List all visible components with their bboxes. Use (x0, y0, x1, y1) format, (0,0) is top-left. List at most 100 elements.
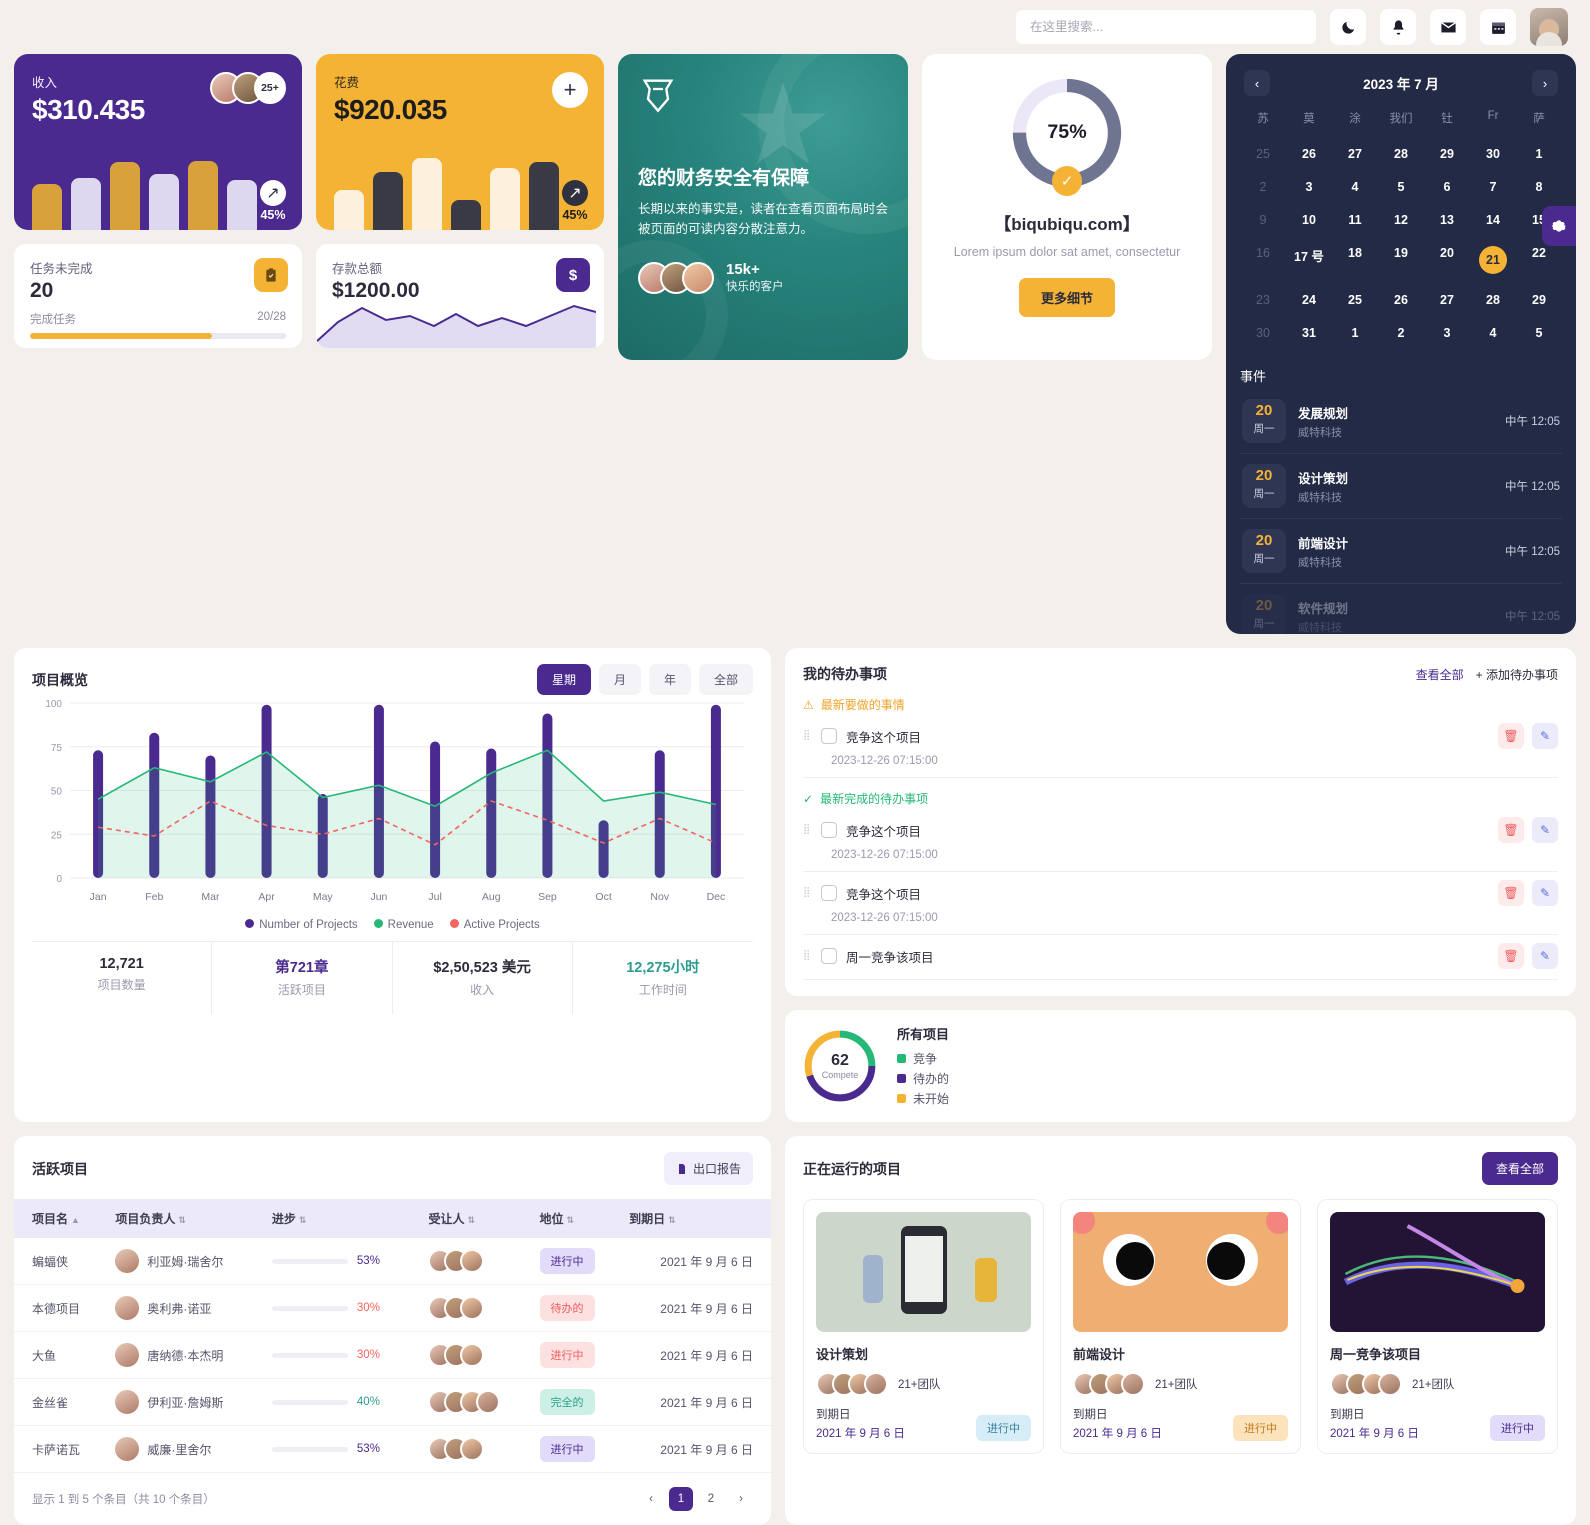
calendar-day[interactable]: 2 (1378, 320, 1424, 346)
table-column-到期日[interactable]: 到期日 ⇅ (621, 1199, 771, 1238)
page-button-1[interactable]: 1 (669, 1487, 693, 1511)
calendar-day[interactable]: 14 (1470, 207, 1516, 233)
calendar-day[interactable]: 24 (1286, 287, 1332, 313)
todo-add-link[interactable]: + 添加待办事项 (1476, 666, 1558, 683)
todo-checkbox[interactable] (821, 822, 837, 838)
table-row[interactable]: 大鱼 唐纳德·本杰明 30% 进行中 2021 年 9 月 6 日 (14, 1331, 771, 1379)
edit-icon[interactable]: ✎ (1532, 880, 1558, 906)
settings-gear-icon[interactable] (1542, 206, 1576, 246)
page-button-2[interactable]: 2 (699, 1487, 723, 1511)
user-avatar[interactable] (1530, 8, 1568, 46)
calendar-day[interactable]: 26 (1378, 287, 1424, 313)
event-row[interactable]: 20 周一 设计策划 威特科技 中午 12:05 (1240, 454, 1562, 519)
chart-tab-星期[interactable]: 星期 (536, 664, 591, 695)
calendar-day[interactable]: 16 (1240, 240, 1286, 280)
table-row[interactable]: 金丝雀 伊利亚·詹姆斯 40% 完全的 2021 年 9 月 6 日 (14, 1378, 771, 1426)
export-report-button[interactable]: 出口报告 (663, 1152, 753, 1185)
calendar-day[interactable]: 18 (1332, 240, 1378, 280)
search-box[interactable] (1016, 10, 1324, 53)
running-project-card[interactable]: 前端设计 21+团队 到期日 2021 年 9 月 6 日 进行中 (1060, 1199, 1301, 1454)
table-column-项目负责人[interactable]: 项目负责人 ⇅ (107, 1199, 264, 1238)
calendar-day[interactable]: 5 (1378, 174, 1424, 200)
more-details-button[interactable]: 更多细节 (1018, 277, 1115, 317)
edit-icon[interactable]: ✎ (1532, 817, 1558, 843)
moon-icon[interactable] (1330, 9, 1366, 45)
todo-checkbox[interactable] (821, 728, 837, 744)
calendar-day[interactable]: 31 (1286, 320, 1332, 346)
event-row[interactable]: 20 周一 前端设计 威特科技 中午 12:05 (1240, 519, 1562, 584)
calendar-day[interactable]: 1 (1332, 320, 1378, 346)
todo-item[interactable]: ⣿ 竞争这个项目 🗑 ✎ 2023-12-26 07:15:00 (803, 872, 1558, 935)
calendar-prev-button[interactable]: ‹ (1244, 70, 1270, 96)
chart-tab-月[interactable]: 月 (598, 664, 641, 695)
delete-icon[interactable]: 🗑 (1498, 817, 1524, 843)
table-column-受让人[interactable]: 受让人 ⇅ (420, 1199, 531, 1238)
calendar-day[interactable]: 29 (1516, 287, 1562, 313)
running-project-card[interactable]: 周一竞争该项目 21+团队 到期日 2021 年 9 月 6 日 进行中 (1317, 1199, 1558, 1454)
calendar-day[interactable]: 30 (1470, 141, 1516, 167)
calendar-day[interactable]: 29 (1424, 141, 1470, 167)
calendar-day[interactable]: 21 (1470, 240, 1516, 280)
calendar-day[interactable]: 4 (1332, 174, 1378, 200)
calendar-day[interactable]: 23 (1240, 287, 1286, 313)
calendar-day[interactable]: 30 (1240, 320, 1286, 346)
todo-checkbox[interactable] (821, 885, 837, 901)
delete-icon[interactable]: 🗑 (1498, 943, 1524, 969)
event-row[interactable]: 20 周一 软件规划 威特科技 中午 12:05 (1240, 584, 1562, 634)
calendar-day[interactable]: 7 (1470, 174, 1516, 200)
drag-handle-icon[interactable]: ⣿ (803, 825, 812, 835)
calendar-day[interactable]: 5 (1516, 320, 1562, 346)
calendar-day[interactable]: 28 (1378, 141, 1424, 167)
add-expense-button[interactable]: + (552, 72, 588, 108)
calendar-day[interactable]: 10 (1286, 207, 1332, 233)
todo-item[interactable]: ⣿ 竞争这个项目 🗑 ✎ 2023-12-26 07:15:00 (803, 715, 1558, 778)
calendar-day[interactable]: 4 (1470, 320, 1516, 346)
calendar-day[interactable]: 1 (1516, 141, 1562, 167)
calendar-day[interactable]: 11 (1332, 207, 1378, 233)
drag-handle-icon[interactable]: ⣿ (803, 731, 812, 741)
table-column-地位[interactable]: 地位 ⇅ (532, 1199, 622, 1238)
calendar-day[interactable]: 28 (1470, 287, 1516, 313)
chart-range-tabs[interactable]: 星期月年全部 (536, 664, 753, 695)
calendar-day[interactable]: 3 (1286, 174, 1332, 200)
calendar-icon[interactable] (1480, 9, 1516, 45)
calendar-day[interactable]: 6 (1424, 174, 1470, 200)
calendar-day[interactable]: 27 (1332, 141, 1378, 167)
calendar-day[interactable]: 3 (1424, 320, 1470, 346)
drag-handle-icon[interactable]: ⣿ (803, 951, 812, 961)
todo-item[interactable]: ⣿ 竞争这个项目 🗑 ✎ 2023-12-26 07:15:00 (803, 809, 1558, 872)
calendar-day[interactable]: 12 (1378, 207, 1424, 233)
delete-icon[interactable]: 🗑 (1498, 723, 1524, 749)
todo-checkbox[interactable] (821, 948, 837, 964)
running-view-all-button[interactable]: 查看全部 (1481, 1152, 1558, 1185)
calendar-day[interactable]: 17 号 (1286, 240, 1332, 280)
calendar-day[interactable]: 8 (1516, 174, 1562, 200)
table-row[interactable]: 卡萨诺瓦 威廉·里舍尔 53% 进行中 2021 年 9 月 6 日 (14, 1425, 771, 1473)
calendar-day[interactable]: 25 (1240, 141, 1286, 167)
search-input[interactable] (1030, 20, 1302, 34)
event-row[interactable]: 20 周一 发展规划 威特科技 中午 12:05 (1240, 389, 1562, 454)
edit-icon[interactable]: ✎ (1532, 943, 1558, 969)
todo-item[interactable]: ⣿ 周一竞争该项目 🗑 ✎ (803, 935, 1558, 980)
calendar-day[interactable]: 13 (1424, 207, 1470, 233)
page-next-button[interactable]: › (729, 1487, 753, 1511)
table-head-row[interactable]: 项目名 ▲ 项目负责人 ⇅ 进步 ⇅ 受让人 ⇅ 地位 ⇅ 到期日 ⇅ (14, 1199, 771, 1238)
edit-icon[interactable]: ✎ (1532, 723, 1558, 749)
chart-tab-全部[interactable]: 全部 (698, 664, 753, 695)
drag-handle-icon[interactable]: ⣿ (803, 888, 812, 898)
calendar-next-button[interactable]: › (1531, 70, 1558, 96)
table-row[interactable]: 蝙蝠侠 利亚姆·瑞舍尔 53% 进行中 2021 年 9 月 6 日 (14, 1238, 771, 1285)
todo-view-all-link[interactable]: 查看全部 (1416, 666, 1464, 683)
calendar-day[interactable]: 2 (1240, 174, 1286, 200)
calendar-day[interactable]: 22 (1516, 240, 1562, 280)
running-project-card[interactable]: 设计策划 21+团队 到期日 2021 年 9 月 6 日 进行中 (803, 1199, 1044, 1454)
page-prev-button[interactable]: ‹ (639, 1487, 663, 1511)
chart-tab-年[interactable]: 年 (648, 664, 691, 695)
calendar-day[interactable]: 25 (1332, 287, 1378, 313)
table-pagination[interactable]: ‹ 1 2 › (639, 1487, 753, 1511)
calendar-day[interactable]: 20 (1424, 240, 1470, 280)
calendar-day[interactable]: 26 (1286, 141, 1332, 167)
calendar-day[interactable]: 9 (1240, 207, 1286, 233)
table-column-项目名[interactable]: 项目名 ▲ (14, 1199, 107, 1238)
calendar-day[interactable]: 27 (1424, 287, 1470, 313)
